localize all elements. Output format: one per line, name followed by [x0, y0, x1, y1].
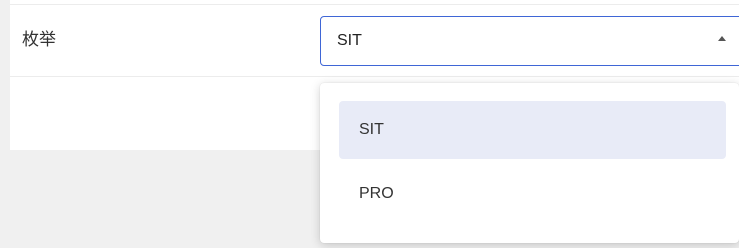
select-dropdown-menu: SIT PRO [320, 83, 739, 243]
select-value: SIT [337, 32, 362, 49]
option-sit[interactable]: SIT [339, 101, 726, 159]
chevron-up-icon[interactable] [718, 36, 726, 41]
enum-select[interactable]: SIT [320, 16, 739, 66]
option-pro[interactable]: PRO [339, 165, 726, 223]
row-divider-bottom [10, 76, 739, 77]
field-label: 枚举 [22, 30, 56, 50]
form-row-enum: 枚举 SIT [10, 5, 739, 76]
